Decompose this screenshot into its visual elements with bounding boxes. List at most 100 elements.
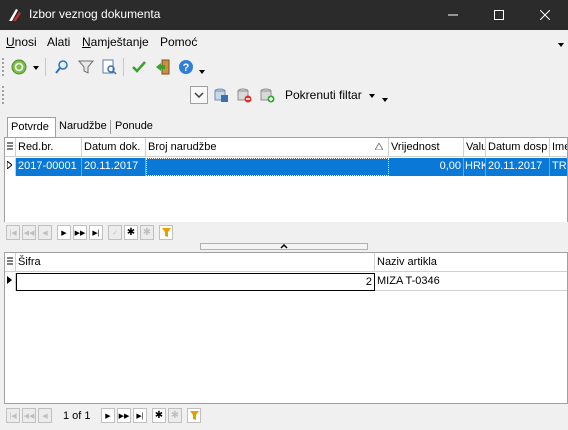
title-bar: Izbor veznog dokumenta <box>0 0 568 30</box>
cell-datum-dosp: 20.11.2017 <box>486 158 550 176</box>
column-header-red-br[interactable]: Red.br. <box>16 138 82 157</box>
chevron-down-icon <box>194 92 204 98</box>
menu-pomoc[interactable]: Pomoć <box>160 35 197 49</box>
cell-ime: TRO <box>552 160 567 172</box>
database-add-icon <box>260 88 275 103</box>
close-button[interactable] <box>522 0 568 30</box>
database-delete-button[interactable] <box>235 86 253 104</box>
row-indicator <box>5 273 16 291</box>
column-header-ime[interactable]: Ime <box>550 138 567 157</box>
page-indicator: 1 of 1 <box>63 410 91 422</box>
column-header-datum-dok[interactable]: Datum dok. <box>82 138 146 157</box>
table-row[interactable]: 2017-00001 20.11.2017 0,00 HRK 20.11.201… <box>5 158 567 176</box>
app-logo-icon <box>9 9 21 21</box>
column-header-naziv-artikla[interactable]: Naziv artikla <box>375 253 567 272</box>
nav-last-button[interactable]: ▶| <box>133 408 147 423</box>
funnel-icon <box>189 411 199 420</box>
confirm-button[interactable] <box>130 58 148 76</box>
funnel-icon <box>161 228 171 237</box>
sort-ascending-icon <box>375 143 383 150</box>
tab-ponude[interactable]: Ponude <box>112 117 158 137</box>
column-header-datum-dosp[interactable]: Datum dosp <box>486 138 550 157</box>
toolbar-grip[interactable] <box>2 58 5 76</box>
chevron-up-icon <box>280 244 288 249</box>
column-header-broj-narudzbe[interactable]: Broj narudžbe <box>146 138 389 157</box>
nav-prev-page-button[interactable]: ◀◀ <box>22 408 36 423</box>
search-button[interactable] <box>53 58 71 76</box>
nav-insert-button[interactable]: ✱ <box>152 408 166 423</box>
toolbar-separator <box>123 58 124 76</box>
chevron-down-icon <box>369 93 376 98</box>
minimize-icon <box>448 14 458 16</box>
exit-door-icon <box>156 59 170 75</box>
menu-alati[interactable]: Alati <box>47 35 70 49</box>
document-search-icon <box>102 59 117 75</box>
main-toolbar: ? <box>0 54 568 80</box>
nav-post-button[interactable]: ✓ <box>108 225 122 240</box>
filter-toolbar: Pokrenuti filtar <box>0 82 568 108</box>
exit-button[interactable] <box>154 58 172 76</box>
nav-last-button[interactable]: ▶| <box>89 225 103 240</box>
cell-vrijednost: 0,00 <box>389 158 464 176</box>
bottom-navigator: |◀ ◀◀ ◀ 1 of 1 ▶ ▶▶ ▶| ✱ ✱ <box>4 405 568 427</box>
database-save-button[interactable] <box>212 86 230 104</box>
cell-naziv-artikla: MIZA T-0346 <box>375 273 567 291</box>
menu-overflow-icon[interactable] <box>558 43 564 47</box>
column-header-sifra[interactable]: Šifra <box>16 253 375 272</box>
cell-datum-dok: 20.11.2017 <box>82 158 146 176</box>
svg-text:?: ? <box>183 62 190 74</box>
search-icon <box>55 60 68 74</box>
column-header-vrijednost[interactable]: Vrijednost <box>389 138 464 157</box>
cell-red-br: 2017-00001 <box>16 158 82 176</box>
nav-prev-button[interactable]: ◀ <box>38 408 52 423</box>
nav-filter-button[interactable] <box>187 408 201 423</box>
nav-filter-button[interactable] <box>159 225 173 240</box>
document-tabs: Potvrde Narudžbe Ponude <box>0 115 568 137</box>
tab-potvrde[interactable]: Potvrde <box>7 117 56 137</box>
refresh-dropdown-icon[interactable] <box>33 66 39 70</box>
column-header-valuta[interactable]: Valu <box>464 138 486 157</box>
nav-first-button[interactable]: |◀ <box>6 225 20 240</box>
row-indicator <box>5 158 16 176</box>
nav-insert-button[interactable]: ✱ <box>124 225 138 240</box>
run-filter-button[interactable]: Pokrenuti filtar <box>285 88 376 102</box>
top-navigator: |◀ ◀◀ ◀ ▶ ▶▶ ▶| ✓ ✱ ✱ <box>4 222 568 244</box>
grid-menu-icon[interactable] <box>5 253 16 272</box>
items-grid: Šifra Naziv artikla 2 MIZA T-0346 <box>4 252 568 404</box>
tab-divider <box>110 120 111 134</box>
cell-sifra[interactable]: 2 <box>16 273 375 291</box>
cell-broj-narudzbe[interactable] <box>146 158 389 176</box>
nav-next-button[interactable]: ▶ <box>101 408 115 423</box>
toolbar-grip[interactable] <box>2 86 5 104</box>
nav-next-page-button[interactable]: ▶▶ <box>73 225 87 240</box>
nav-prev-button[interactable]: ◀ <box>38 225 52 240</box>
panel-splitter[interactable] <box>200 243 368 250</box>
grid-menu-icon[interactable] <box>5 138 16 157</box>
toolbar-overflow-icon[interactable] <box>199 70 205 74</box>
preview-button[interactable] <box>100 58 118 76</box>
refresh-button[interactable] <box>10 58 28 76</box>
nav-first-button[interactable]: |◀ <box>6 408 20 423</box>
toolbar-separator <box>45 58 46 76</box>
menu-unosi[interactable]: Unosi <box>6 35 37 49</box>
menu-namjestanje[interactable]: Namještanje <box>82 35 149 49</box>
database-add-button[interactable] <box>258 86 276 104</box>
nav-append-button[interactable]: ✱ <box>140 225 154 240</box>
database-save-icon <box>214 88 228 102</box>
nav-prev-page-button[interactable]: ◀◀ <box>22 225 36 240</box>
nav-append-button[interactable]: ✱ <box>168 408 182 423</box>
row-pointer-icon <box>6 159 13 171</box>
nav-next-button[interactable]: ▶ <box>57 225 71 240</box>
minimize-button[interactable] <box>430 0 476 30</box>
collapse-button[interactable] <box>190 86 208 104</box>
row-pointer-icon <box>7 276 12 284</box>
refresh-icon <box>11 59 27 75</box>
filter-button[interactable] <box>77 58 95 76</box>
help-button[interactable]: ? <box>177 58 195 76</box>
toolbar-overflow-icon[interactable] <box>382 98 388 102</box>
table-row[interactable]: 2 MIZA T-0346 <box>5 273 567 291</box>
database-delete-icon <box>237 88 252 103</box>
nav-next-page-button[interactable]: ▶▶ <box>117 408 131 423</box>
tab-narudzbe[interactable]: Narudžbe <box>56 117 111 137</box>
maximize-button[interactable] <box>476 0 522 30</box>
